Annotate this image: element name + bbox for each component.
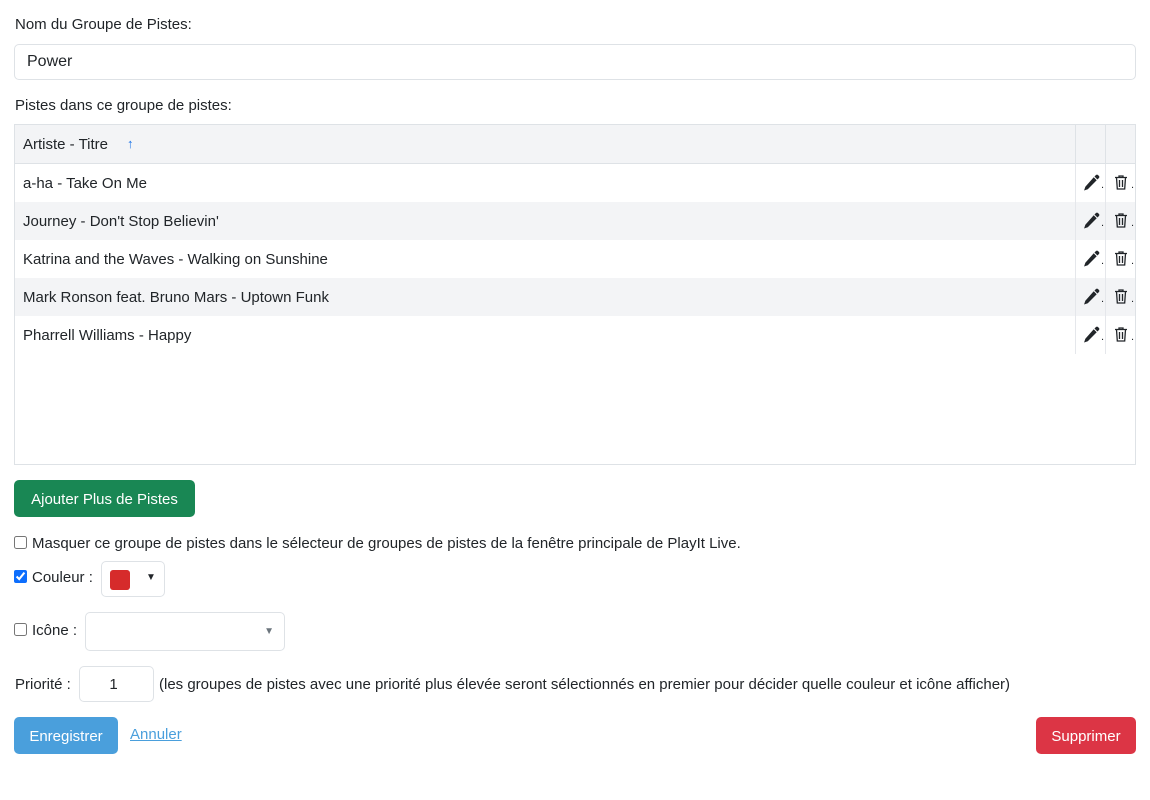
column-header-edit	[1075, 125, 1105, 163]
delete-button[interactable]: Supprimer	[1036, 717, 1136, 754]
truncation-marker: ..	[1131, 293, 1135, 305]
color-label[interactable]: Couleur :	[32, 569, 93, 586]
hide-group-label[interactable]: Masquer ce groupe de pistes dans le séle…	[32, 535, 741, 552]
delete-track-button[interactable]: ..	[1105, 202, 1135, 240]
edit-track-button[interactable]: ..	[1075, 316, 1105, 354]
truncation-marker: ..	[1131, 331, 1135, 343]
track-group-name-label: Nom du Groupe de Pistes:	[15, 16, 192, 33]
icon-select[interactable]: ▼	[85, 612, 285, 651]
add-more-tracks-button[interactable]: Ajouter Plus de Pistes	[14, 480, 195, 517]
track-label: Journey - Don't Stop Believin'	[23, 213, 219, 230]
truncation-marker: ..	[1131, 255, 1135, 267]
caret-down-icon: ▼	[264, 626, 274, 637]
track-label: Pharrell Williams - Happy	[23, 327, 192, 344]
color-checkbox[interactable]	[14, 570, 27, 583]
delete-track-button[interactable]: ..	[1105, 164, 1135, 202]
table-row[interactable]: Mark Ronson feat. Bruno Mars - Uptown Fu…	[15, 278, 1135, 316]
edit-track-button[interactable]: ..	[1075, 164, 1105, 202]
delete-track-button[interactable]: ..	[1105, 278, 1135, 316]
column-header-label: Artiste - Titre	[23, 136, 109, 153]
delete-track-button[interactable]: ..	[1105, 240, 1135, 278]
truncation-marker: ..	[1131, 217, 1135, 229]
hide-group-checkbox[interactable]	[14, 536, 27, 549]
track-group-name-input[interactable]	[14, 44, 1136, 80]
table-row[interactable]: Katrina and the Waves - Walking on Sunsh…	[15, 240, 1135, 278]
edit-track-button[interactable]: ..	[1075, 278, 1105, 316]
priority-label: Priorité :	[15, 676, 71, 693]
tracks-table: Artiste - Titre ↑ a-ha - Take On Me....J…	[14, 124, 1136, 465]
icon-label[interactable]: Icône :	[32, 622, 77, 639]
edit-track-button[interactable]: ..	[1075, 202, 1105, 240]
column-header-delete	[1105, 125, 1135, 163]
table-row[interactable]: Pharrell Williams - Happy....	[15, 316, 1135, 354]
cancel-link[interactable]: Annuler	[130, 726, 182, 743]
table-body: a-ha - Take On Me....Journey - Don't Sto…	[15, 164, 1135, 354]
priority-hint: (les groupes de pistes avec une priorité…	[159, 676, 1011, 693]
priority-input[interactable]	[79, 666, 154, 702]
column-header-artist-title[interactable]: Artiste - Titre ↑	[15, 125, 1075, 163]
table-header: Artiste - Titre ↑	[15, 125, 1135, 164]
color-swatch	[110, 570, 130, 590]
caret-down-icon: ▼	[146, 572, 156, 583]
table-row[interactable]: Journey - Don't Stop Believin'....	[15, 202, 1135, 240]
save-button[interactable]: Enregistrer	[14, 717, 118, 754]
track-label: Mark Ronson feat. Bruno Mars - Uptown Fu…	[23, 289, 329, 306]
track-label: a-ha - Take On Me	[23, 175, 147, 192]
edit-track-button[interactable]: ..	[1075, 240, 1105, 278]
tracks-label: Pistes dans ce groupe de pistes:	[15, 97, 232, 114]
icon-checkbox[interactable]	[14, 623, 27, 636]
color-picker[interactable]: ▼	[101, 561, 165, 597]
arrow-up-icon: ↑	[127, 136, 134, 151]
table-row[interactable]: a-ha - Take On Me....	[15, 164, 1135, 202]
truncation-marker: ..	[1131, 179, 1135, 191]
delete-track-button[interactable]: ..	[1105, 316, 1135, 354]
track-label: Katrina and the Waves - Walking on Sunsh…	[23, 251, 328, 268]
